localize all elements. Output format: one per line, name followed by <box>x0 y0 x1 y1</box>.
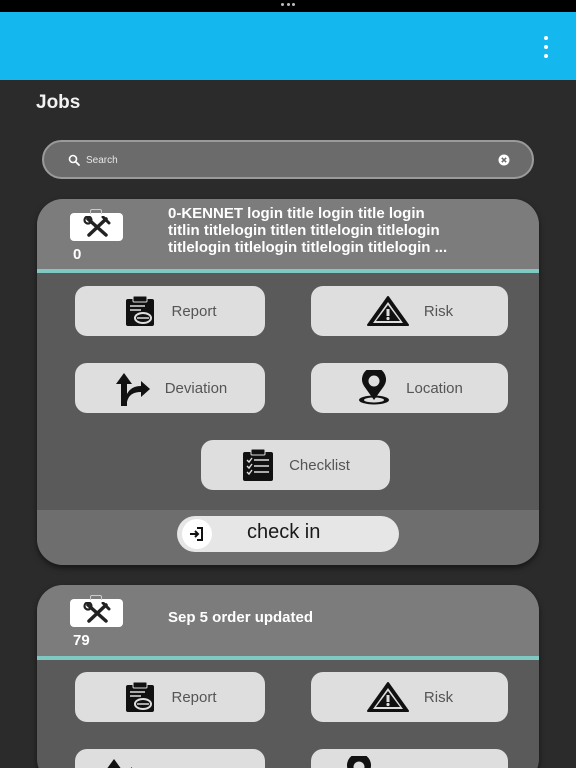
toolbox-icon <box>70 209 123 241</box>
multitask-dots-icon <box>281 3 295 7</box>
deviation-button[interactable]: Deviation <box>75 363 265 413</box>
job-card[interactable]: 79 Sep 5 order updated Report Risk <box>37 585 539 768</box>
location-button[interactable]: Location <box>311 363 508 413</box>
checklist-icon <box>243 448 274 481</box>
location-pin-icon <box>359 370 390 405</box>
search-input[interactable] <box>86 150 486 170</box>
menu-icon[interactable] <box>538 36 554 58</box>
job-card[interactable]: 0 0-KENNET login title login title login… <box>37 199 539 565</box>
report-button[interactable]: Report <box>75 672 265 722</box>
job-count: 79 <box>73 632 90 649</box>
deviation-icon <box>107 759 133 768</box>
report-icon <box>126 681 155 712</box>
warning-icon <box>366 682 409 712</box>
page-title: Jobs <box>36 92 81 113</box>
risk-button[interactable]: Risk <box>311 286 508 336</box>
location-button[interactable] <box>311 749 508 768</box>
location-label: Location <box>406 379 463 397</box>
toolbox-icon <box>70 595 123 627</box>
report-icon <box>126 295 155 326</box>
job-title: 0-KENNET login title login title login t… <box>168 205 448 256</box>
report-label: Report <box>171 688 217 706</box>
job-card-header[interactable]: 0 0-KENNET login title login title login… <box>37 199 539 273</box>
risk-label: Risk <box>423 688 454 706</box>
location-pin-icon <box>347 756 371 768</box>
search-bar[interactable] <box>42 140 534 179</box>
checklist-label: Checklist <box>289 456 350 474</box>
job-title: Sep 5 order updated <box>168 609 314 626</box>
clear-icon[interactable] <box>498 154 510 166</box>
deviation-label: Deviation <box>164 379 228 397</box>
job-count: 0 <box>73 246 82 263</box>
search-icon <box>68 154 80 166</box>
status-bar <box>0 0 576 12</box>
deviation-icon <box>115 373 150 406</box>
check-in-label: check in <box>247 521 321 543</box>
risk-label: Risk <box>423 302 454 320</box>
deviation-button[interactable] <box>75 749 265 768</box>
report-label: Report <box>171 302 217 320</box>
risk-button[interactable]: Risk <box>311 672 508 722</box>
checklist-button[interactable]: Checklist <box>201 440 390 490</box>
app-bar <box>0 12 576 80</box>
check-in-button[interactable]: check in <box>177 516 399 552</box>
login-icon <box>182 519 212 549</box>
warning-icon <box>366 296 409 326</box>
job-card-footer: check in <box>37 510 539 565</box>
job-card-header[interactable]: 79 Sep 5 order updated <box>37 585 539 660</box>
report-button[interactable]: Report <box>75 286 265 336</box>
